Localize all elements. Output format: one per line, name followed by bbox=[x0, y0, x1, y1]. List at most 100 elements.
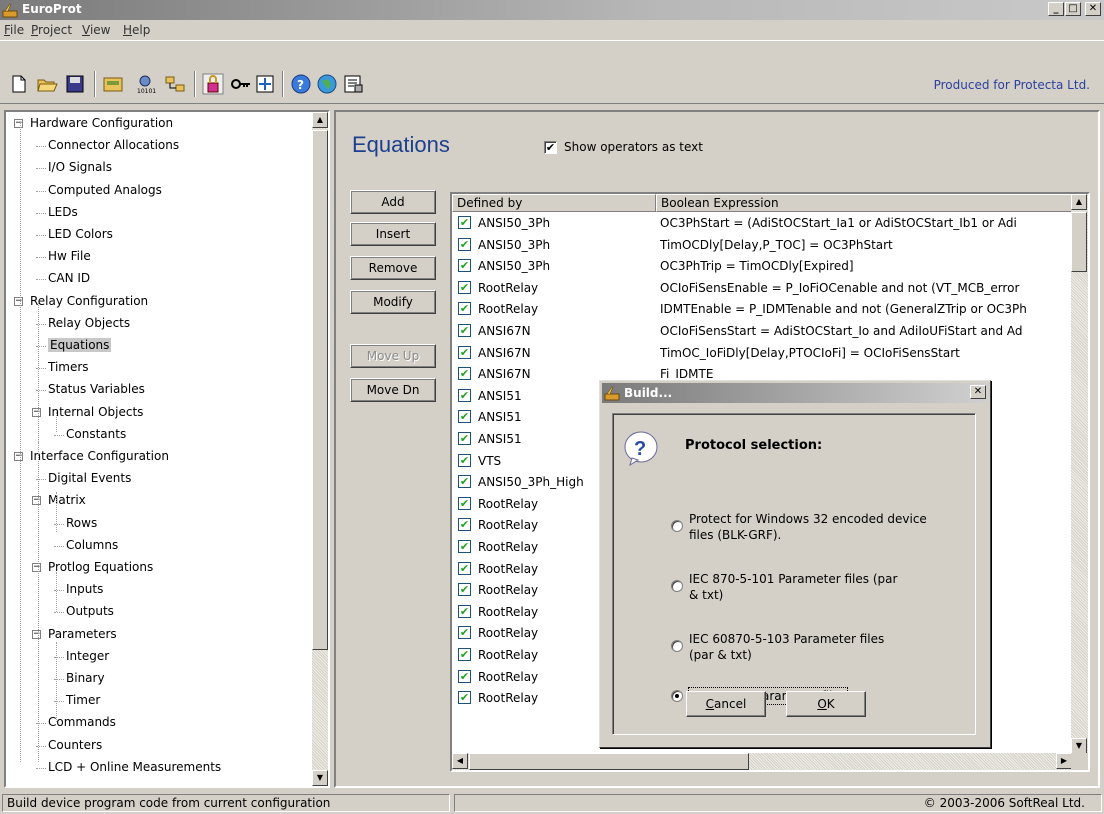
scroll-left-icon[interactable]: ◀ bbox=[452, 753, 468, 769]
row-enabled-checkbox[interactable]: ✔ bbox=[458, 691, 471, 705]
tree-item-led-colors[interactable]: LED Colors bbox=[48, 227, 113, 241]
row-enabled-checkbox[interactable]: ✔ bbox=[458, 604, 471, 618]
row-enabled-checkbox[interactable]: ✔ bbox=[458, 626, 471, 640]
tree-item-status-variables[interactable]: Status Variables bbox=[48, 382, 145, 396]
properties-icon[interactable] bbox=[342, 73, 364, 95]
scroll-down-icon[interactable]: ▼ bbox=[312, 770, 328, 786]
scroll-thumb[interactable] bbox=[1071, 212, 1087, 272]
row-enabled-checkbox[interactable]: ✔ bbox=[458, 583, 471, 597]
radio-iec-60870-5-103[interactable] bbox=[671, 640, 683, 652]
tree-item-rows[interactable]: Rows bbox=[66, 516, 97, 530]
tree-item-relay-objects[interactable]: Relay Objects bbox=[48, 316, 130, 330]
row-enabled-checkbox[interactable]: ✔ bbox=[458, 475, 471, 489]
tree-item-connector-allocations[interactable]: Connector Allocations bbox=[48, 138, 179, 152]
settings-icon[interactable] bbox=[254, 73, 276, 95]
tree-expander-icon[interactable]: − bbox=[32, 407, 41, 417]
close-button[interactable]: ✕ bbox=[1085, 2, 1101, 16]
row-enabled-checkbox[interactable]: ✔ bbox=[458, 669, 471, 683]
row-enabled-checkbox[interactable]: ✔ bbox=[458, 388, 471, 402]
row-enabled-checkbox[interactable]: ✔ bbox=[458, 345, 471, 359]
web-icon[interactable] bbox=[316, 73, 338, 95]
tree-expander-icon[interactable]: − bbox=[32, 563, 41, 572]
row-enabled-checkbox[interactable]: ✔ bbox=[458, 324, 471, 337]
row-enabled-checkbox[interactable]: ✔ bbox=[458, 496, 471, 510]
lock-icon[interactable] bbox=[202, 73, 224, 95]
tree-item-timers[interactable]: Timers bbox=[48, 360, 89, 374]
tree-item-constants[interactable]: Constants bbox=[66, 427, 126, 441]
tree-item-commands[interactable]: Commands bbox=[48, 715, 116, 729]
tree-item-interface-configuration[interactable]: Interface Configuration bbox=[30, 449, 169, 463]
radio-protect-win32[interactable] bbox=[671, 520, 683, 532]
open-folder-icon[interactable] bbox=[36, 73, 58, 95]
ok-button[interactable]: OK bbox=[786, 691, 866, 717]
tree-item-binary[interactable]: Binary bbox=[66, 671, 105, 685]
table-row[interactable]: ✔ ANSI50_3Ph OC3PhStart = (AdiStOCStart_Ia… bbox=[452, 213, 1072, 235]
tree-item-hw-file[interactable]: Hw File bbox=[48, 249, 91, 263]
row-enabled-checkbox[interactable]: ✔ bbox=[458, 237, 471, 251]
table-row[interactable]: ✔ RootRelay OCIoFiSensEnable = P_IoFiOCena… bbox=[452, 278, 1072, 300]
new-file-icon[interactable] bbox=[8, 73, 30, 95]
tree-item-outputs[interactable]: Outputs bbox=[66, 604, 114, 618]
dialog-close-button[interactable]: ✕ bbox=[970, 385, 986, 399]
tree-expander-icon[interactable]: − bbox=[14, 296, 23, 306]
tree-item-leds[interactable]: LEDs bbox=[48, 205, 78, 219]
menu-file[interactable]: File bbox=[4, 23, 24, 37]
row-enabled-checkbox[interactable]: ✔ bbox=[458, 216, 471, 229]
row-enabled-checkbox[interactable]: ✔ bbox=[458, 302, 471, 316]
row-enabled-checkbox[interactable]: ✔ bbox=[458, 561, 471, 575]
row-enabled-checkbox[interactable]: ✔ bbox=[458, 367, 471, 381]
grid-horizontal-scrollbar[interactable]: ◀ ▶ bbox=[452, 753, 1072, 770]
tree-item-computed-analogs[interactable]: Computed Analogs bbox=[48, 183, 162, 197]
remove-button[interactable]: Remove bbox=[350, 256, 436, 280]
tree-item-integer[interactable]: Integer bbox=[66, 649, 109, 663]
move-down-button[interactable]: Move Dn bbox=[350, 378, 436, 402]
menu-help[interactable]: Help bbox=[123, 23, 150, 37]
scroll-down-icon[interactable]: ▼ bbox=[1071, 738, 1087, 754]
table-row[interactable]: ✔ ANSI67N OCIoFiSensStart = AdiStOCStart_I… bbox=[452, 321, 1072, 343]
scroll-up-icon[interactable]: ▲ bbox=[312, 112, 328, 128]
key-icon[interactable] bbox=[230, 73, 252, 95]
tree-icon[interactable] bbox=[164, 73, 186, 95]
tree-item-can-id[interactable]: CAN ID bbox=[48, 271, 90, 285]
tree-vertical-scrollbar[interactable]: ▲ ▼ bbox=[312, 112, 328, 786]
add-button[interactable]: Add bbox=[350, 190, 436, 214]
row-enabled-checkbox[interactable]: ✔ bbox=[458, 540, 471, 553]
tree-item-lcd-online-measurements[interactable]: LCD + Online Measurements bbox=[48, 760, 221, 774]
menu-project[interactable]: Project bbox=[31, 23, 72, 37]
tree-expander-icon[interactable]: − bbox=[14, 119, 23, 128]
table-row[interactable]: ✔ RootRelay IDMTEnable = P_IDMTenable and … bbox=[452, 299, 1072, 321]
tree-item-timer[interactable]: Timer bbox=[66, 693, 100, 707]
help-icon[interactable]: ? bbox=[290, 73, 312, 95]
minimize-button[interactable]: _ bbox=[1048, 2, 1064, 16]
tree-item-i-o-signals[interactable]: I/O Signals bbox=[48, 160, 112, 174]
hardware-config-icon[interactable] bbox=[102, 73, 124, 95]
tree-item-digital-events[interactable]: Digital Events bbox=[48, 471, 131, 485]
row-enabled-checkbox[interactable]: ✔ bbox=[458, 518, 471, 532]
tree-item-columns[interactable]: Columns bbox=[66, 538, 118, 552]
scroll-up-icon[interactable]: ▲ bbox=[1071, 194, 1087, 210]
row-enabled-checkbox[interactable]: ✔ bbox=[458, 280, 471, 294]
tree-expander-icon[interactable]: − bbox=[14, 452, 23, 461]
show-operators-checkbox[interactable]: ✔ bbox=[544, 141, 557, 154]
tree-expander-icon[interactable]: − bbox=[32, 629, 41, 639]
row-enabled-checkbox[interactable]: ✔ bbox=[458, 259, 471, 273]
tree-item-parameters[interactable]: Parameters bbox=[48, 627, 117, 641]
maximize-button[interactable]: □ bbox=[1065, 2, 1081, 16]
project-tree[interactable]: − Hardware Configuration Connector Allocat… bbox=[4, 110, 330, 788]
tree-item-protlog-equations[interactable]: Protlog Equations bbox=[48, 560, 153, 574]
scroll-thumb[interactable] bbox=[312, 130, 328, 650]
tree-item-hardware-configuration[interactable]: Hardware Configuration bbox=[30, 116, 173, 130]
radio-iec-61850[interactable] bbox=[671, 690, 683, 702]
scroll-right-icon[interactable]: ▶ bbox=[1056, 753, 1072, 769]
tree-expander-icon[interactable]: − bbox=[32, 496, 41, 506]
table-row[interactable]: ✔ ANSI67N TimOC_IoFiDly[Delay,PTOCIoFi] = … bbox=[452, 343, 1072, 365]
tree-item-relay-configuration[interactable]: Relay Configuration bbox=[30, 294, 148, 308]
tree-item-internal-objects[interactable]: Internal Objects bbox=[48, 405, 143, 419]
modify-button[interactable]: Modify bbox=[350, 290, 436, 314]
grid-vertical-scrollbar[interactable]: ▲ ▼ bbox=[1071, 194, 1088, 754]
build-icon[interactable]: 10101 bbox=[134, 73, 156, 95]
insert-button[interactable]: Insert bbox=[350, 222, 436, 246]
column-header-defined-by[interactable]: Defined by bbox=[452, 194, 656, 212]
move-up-button[interactable]: Move Up bbox=[350, 344, 436, 368]
menu-view[interactable]: View bbox=[82, 23, 110, 37]
